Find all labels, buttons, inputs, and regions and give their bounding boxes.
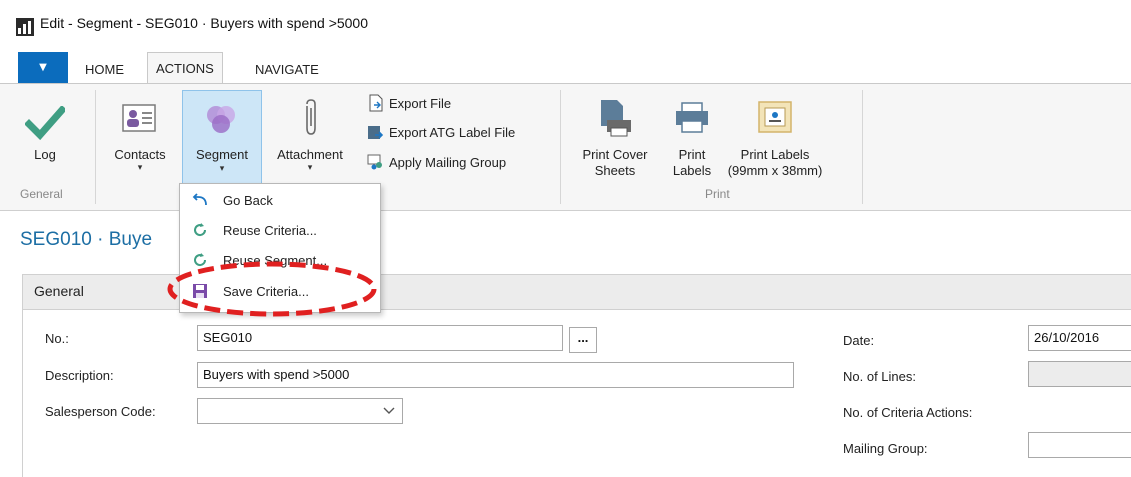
print-labels-99-label-2: (99mm x 38mm)	[727, 163, 823, 178]
date-label: Date:	[843, 333, 875, 348]
attachment-button[interactable]: Attachment ▾	[264, 92, 356, 182]
export-file-button[interactable]: Export File	[367, 94, 451, 112]
contacts-button[interactable]: Contacts ▾	[104, 92, 176, 182]
chevron-down-icon: ▾	[137, 163, 143, 173]
print-labels-label-2: Labels	[672, 163, 712, 178]
paperclip-icon	[306, 99, 316, 135]
export-atg-label-file-button[interactable]: Export ATG Label File	[367, 123, 515, 141]
no-label: No.:	[45, 331, 69, 346]
tab-navigate[interactable]: NAVIGATE	[247, 58, 327, 82]
group-label-print: Print	[705, 187, 730, 201]
app-logo-icon	[16, 18, 34, 36]
mailing-group-label: Mailing Group:	[843, 441, 928, 456]
page-title-part-1: SEG010 · Buye	[20, 229, 153, 250]
export-label-icon	[368, 126, 384, 139]
tab-actions[interactable]: ACTIONS	[147, 52, 223, 84]
ribbon-separator	[862, 90, 863, 204]
contact-card-icon	[122, 104, 156, 132]
chevron-down-icon	[383, 407, 395, 414]
menu-item-go-back[interactable]: Go Back	[186, 187, 376, 213]
print-labels-button[interactable]: Print Labels	[662, 92, 722, 182]
mailing-group-icon	[367, 154, 382, 170]
chevron-down-icon: ▾	[219, 164, 225, 174]
salesperson-code-label: Salesperson Code:	[45, 404, 156, 419]
ribbon-separator	[560, 90, 561, 204]
general-section-title: General	[34, 283, 84, 299]
tab-home[interactable]: HOME	[77, 58, 132, 82]
apply-mailing-group-button[interactable]: Apply Mailing Group	[367, 153, 506, 171]
printer-icon	[676, 102, 708, 133]
apply-mailing-label: Apply Mailing Group	[389, 154, 507, 170]
lookup-button[interactable]: ...	[569, 327, 597, 353]
print-labels-label-1: Print	[678, 147, 706, 162]
no-of-criteria-actions-label: No. of Criteria Actions:	[843, 405, 973, 420]
print-cover-label-1: Print Cover	[582, 147, 648, 162]
highlight-annotation-ellipse	[167, 261, 377, 317]
print-labels-99-label-1: Print Labels	[740, 147, 810, 162]
segment-label: Segment	[195, 147, 249, 162]
menu-item-label: Go Back	[223, 192, 273, 208]
menu-item-label: Reuse Criteria...	[223, 222, 317, 238]
undo-arrow-icon	[191, 191, 209, 209]
label-sheet-icon	[758, 101, 792, 133]
export-file-label: Export File	[389, 95, 452, 111]
mailing-group-field[interactable]	[1028, 432, 1131, 458]
window-title: Edit - Segment - SEG010 · Buyers with sp…	[40, 15, 369, 31]
checkmark-icon	[25, 106, 65, 140]
print-cover-label-2: Sheets	[594, 163, 636, 178]
description-field[interactable]: Buyers with spend >5000	[197, 362, 794, 388]
print-cover-sheets-button[interactable]: Print Cover Sheets	[570, 92, 660, 182]
salesperson-code-select[interactable]	[197, 398, 403, 424]
export-atg-label: Export ATG Label File	[389, 124, 516, 140]
no-of-lines-label: No. of Lines:	[843, 369, 916, 384]
refresh-icon	[191, 221, 209, 239]
segment-circles-icon	[207, 106, 235, 133]
no-of-lines-field	[1028, 361, 1131, 387]
contacts-label: Contacts	[114, 147, 166, 162]
ribbon-separator	[95, 90, 96, 204]
print-labels-99mm-button[interactable]: Print Labels (99mm x 38mm)	[720, 92, 830, 182]
export-file-icon	[369, 94, 383, 112]
description-label: Description:	[45, 368, 114, 383]
date-field[interactable]: 26/10/2016	[1028, 325, 1131, 351]
chevron-down-icon: ▾	[307, 163, 313, 173]
log-button[interactable]: Log	[20, 92, 70, 182]
log-label: Log	[34, 147, 56, 162]
menu-item-reuse-criteria[interactable]: Reuse Criteria...	[186, 217, 376, 243]
group-label-general: General	[20, 187, 63, 201]
print-document-icon	[601, 100, 631, 137]
app-menu-button[interactable]: ▼	[18, 52, 68, 83]
no-field[interactable]: SEG010	[197, 325, 563, 351]
attachment-label: Attachment	[277, 147, 343, 162]
